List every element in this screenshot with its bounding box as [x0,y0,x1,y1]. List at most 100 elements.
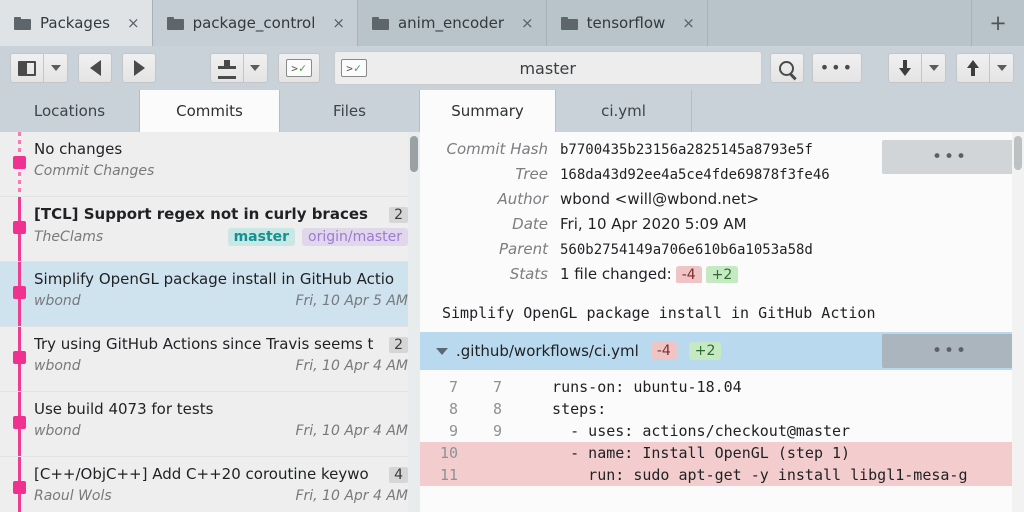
tab-files[interactable]: Files [280,90,420,132]
commit-graph [12,132,28,196]
commit-graph [12,262,28,326]
commit-count-badge: 4 [389,467,408,483]
metadata-value: 1 file changed: -4 +2 [560,265,739,283]
chevron-down-icon [50,65,61,71]
ref-badge-local[interactable]: master [227,228,296,246]
close-icon[interactable]: × [682,15,695,31]
commit-row[interactable]: [C++/ObjC++] Add C++20 coroutine keywo 4 R… [0,457,420,512]
new-tab-button[interactable]: + [972,0,1024,46]
back-button[interactable] [78,53,112,83]
push-dropdown[interactable] [990,53,1014,83]
folder-icon [166,16,184,30]
diff-code: steps: [534,400,607,418]
tab-label: Locations [33,102,106,120]
right-pane-tabs: Summary ci.yml [420,90,1024,132]
triangle-down-icon[interactable] [436,347,448,355]
more-icon: ••• [931,341,969,361]
search-icon [779,60,795,76]
window-tab-packages[interactable]: Packages × [0,0,153,46]
sublime-merge-window: Packages × package_control × anim_encoder × te… [0,0,1024,512]
metadata-row-stats: Stats 1 file changed: -4 +2 [420,265,1024,290]
diff-file-path: .github/workflows/ci.yml [456,342,639,360]
summary-scrollbar[interactable] [1012,132,1024,512]
commit-row[interactable]: [TCL] Support regex not in curly braces 2… [0,197,420,262]
branch-search-field[interactable]: > ✓ master [333,51,762,85]
push-up-arrow-icon [967,60,979,76]
window-tab-anim_encoder[interactable]: anim_encoder × [357,0,547,46]
scrollbar-thumb[interactable] [1014,136,1022,170]
commit-message-text: [TCL] Support regex not in curly braces [34,205,368,223]
close-icon[interactable]: × [127,15,140,31]
commit-author: Raoul Wols [34,488,112,504]
commit-author: wbond [34,358,81,374]
tab-summary[interactable]: Summary [420,90,556,132]
commit-meta-row: wbond Fri, 10 Apr 5 AM [34,293,408,309]
forward-button[interactable] [122,53,156,83]
push-button[interactable] [956,53,990,83]
commit-author: Commit Changes [34,163,155,179]
file-more-button[interactable]: ••• [882,334,1018,368]
tab-commits[interactable]: Commits [140,90,280,132]
fetch-group [209,53,268,83]
commit-title-row: Try using GitHub Actions since Travis se… [34,335,408,353]
diff-new-line-number: 9 [492,422,502,440]
chevron-down-icon [250,65,261,71]
commit-message-text: Simplify OpenGL package install in GitHu… [34,270,395,288]
close-icon[interactable]: × [332,15,345,31]
commit-row[interactable]: Try using GitHub Actions since Travis se… [0,327,420,392]
sidebar-toggle-dropdown[interactable] [44,53,68,83]
diff-file-header[interactable]: .github/workflows/ci.yml -4 +2 ••• [420,332,1024,370]
ref-badge-remote[interactable]: origin/master [302,228,408,246]
commit-author: wbond [34,293,81,309]
commit-row[interactable]: Use build 4073 for tests wbond Fri, 10 Apr… [0,392,420,457]
sidebar-toggle-icon [18,60,36,76]
pull-button[interactable] [888,53,922,83]
metadata-value: Fri, 10 Apr 2020 5:09 AM [560,215,747,233]
commit-title-row: Simplify OpenGL package install in GitHu… [34,270,408,288]
commit-date: Fri, 10 Apr 4 AM [295,423,408,439]
fetch-button[interactable] [209,53,244,83]
diff-old-line-number: 10 [439,444,458,462]
commit-meta-row: Raoul Wols Fri, 10 Apr 4 AM [34,488,408,504]
window-tab-tensorflow[interactable]: tensorflow × [546,0,708,46]
diff-code: runs-on: ubuntu-18.04 [534,378,742,396]
diff-code: run: sudo apt-get -y install libgl1-mesa… [534,466,968,484]
commit-list[interactable]: No changes Commit Changes [TCL] Support re… [0,132,420,512]
sidebar-toggle-button[interactable] [10,53,44,83]
commit-row[interactable]: No changes Commit Changes [0,132,420,197]
commit-more-button[interactable]: ••• [882,140,1018,174]
search-button[interactable] [769,53,804,83]
diff-line: 8 8 steps: [420,398,1024,420]
commit-author: wbond [34,423,81,439]
diff-new-line-number: 8 [492,400,502,418]
commit-message-text: Try using GitHub Actions since Travis se… [34,335,374,353]
diff-line: 9 9 - uses: actions/checkout@master [420,420,1024,442]
tab-ci-yml[interactable]: ci.yml [556,90,692,132]
window-tab-label: anim_encoder [397,14,505,32]
folder-icon [560,16,578,30]
toolbar-more-button[interactable]: ••• [811,53,862,83]
commit-author: TheClams [34,229,104,245]
window-tab-label: tensorflow [586,14,666,32]
metadata-key: Date [512,215,548,233]
close-icon[interactable]: × [521,15,534,31]
folder-icon [14,16,31,30]
commit-graph [12,392,28,456]
metadata-value: b7700435b23156a2825145a8793e5f [560,142,813,158]
pull-dropdown[interactable] [922,53,946,83]
branch-name-label: master [519,58,576,78]
graph-node [13,416,26,429]
commit-row[interactable]: Simplify OpenGL package install in GitHu… [0,262,420,327]
terminal-button[interactable]: > ✓ [277,53,320,83]
tab-locations[interactable]: Locations [0,90,140,132]
scrollbar-thumb[interactable] [410,136,418,172]
metadata-key: Commit Hash [446,140,548,158]
tab-label: ci.yml [601,102,646,120]
chevron-down-icon [996,65,1007,71]
window-tab-package_control[interactable]: package_control × [152,0,358,46]
fetch-dropdown[interactable] [243,53,268,83]
forward-arrow-icon [133,60,145,76]
diff-old-line-number: 7 [448,378,458,396]
commit-list-scrollbar[interactable] [408,132,420,512]
folder-icon [371,16,389,30]
